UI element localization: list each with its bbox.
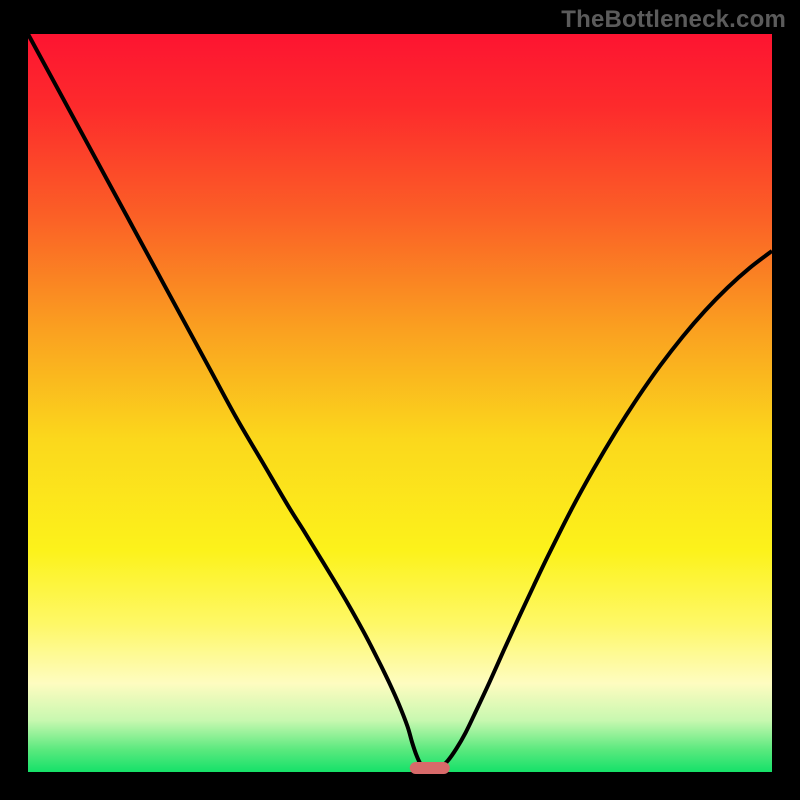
optimum-marker <box>410 762 450 774</box>
plot-background <box>28 34 772 772</box>
watermark-text: TheBottleneck.com <box>561 6 786 34</box>
bottleneck-curve-chart <box>0 0 800 800</box>
chart-frame: TheBottleneck.com <box>0 0 800 800</box>
